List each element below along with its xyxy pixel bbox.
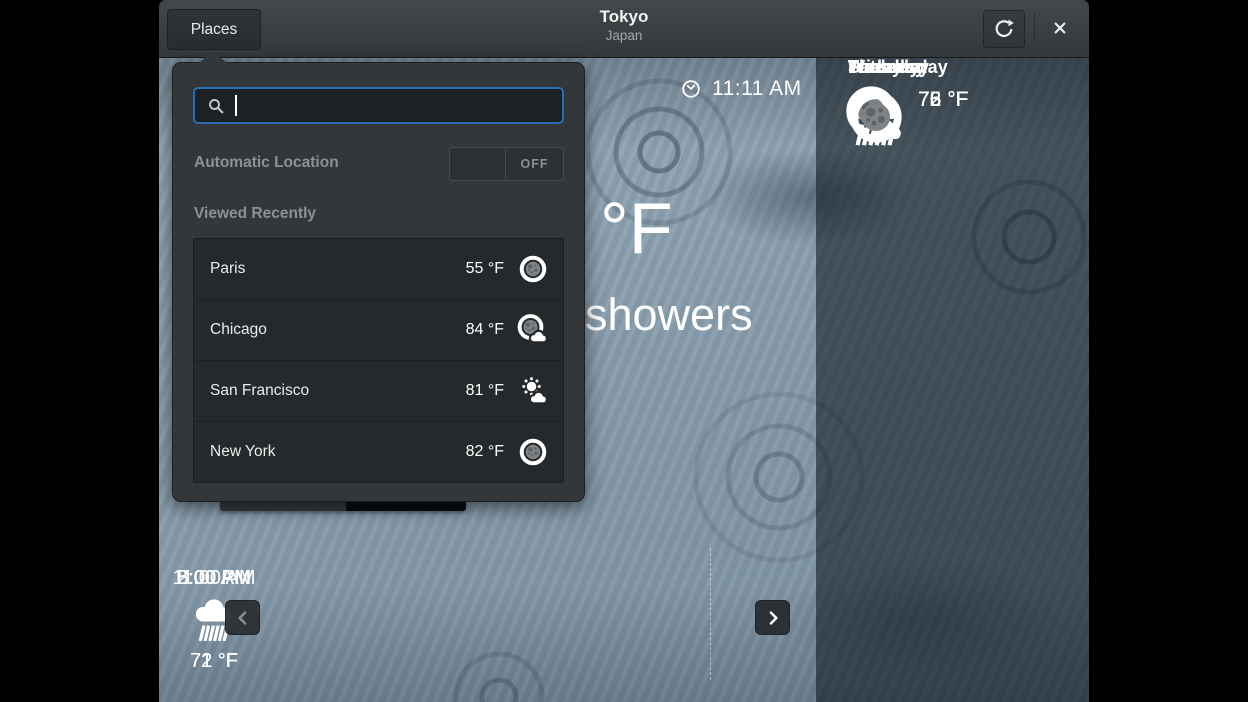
weather-app-window: 11:11 AM °F showers Tuesday 72 °F Wednes… bbox=[159, 0, 1089, 702]
clear-night-icon bbox=[517, 253, 549, 285]
list-item[interactable]: Chicago 84 °F bbox=[194, 300, 563, 361]
condition-label: showers bbox=[585, 289, 753, 341]
daily-forecast-row: Saturday 76 °F bbox=[845, 57, 1089, 177]
city-temp: 84 °F bbox=[466, 321, 504, 339]
popover-arrow bbox=[199, 51, 227, 63]
automatic-location-toggle[interactable]: OFF bbox=[449, 147, 564, 181]
city-name: Chicago bbox=[210, 321, 466, 339]
toggle-state-label: OFF bbox=[506, 148, 563, 180]
hourly-prev-button[interactable] bbox=[225, 600, 260, 635]
chevron-left-icon bbox=[233, 608, 253, 628]
refresh-button[interactable] bbox=[983, 10, 1025, 48]
few-clouds-night-icon bbox=[517, 314, 549, 346]
text-caret bbox=[235, 95, 237, 116]
day-temp: 76 °F bbox=[918, 88, 968, 112]
automatic-location-row: Automatic Location OFF bbox=[194, 147, 564, 181]
close-button[interactable] bbox=[1043, 11, 1077, 45]
city-name: Paris bbox=[210, 260, 466, 278]
refresh-icon bbox=[993, 18, 1015, 40]
city-temp: 55 °F bbox=[466, 260, 504, 278]
page-subtitle: Japan bbox=[159, 27, 1089, 44]
city-name: New York bbox=[210, 443, 466, 461]
list-item[interactable]: Paris 55 °F bbox=[194, 239, 563, 300]
hour-label: 2:00 PM bbox=[159, 567, 269, 590]
recent-cities-list: Paris 55 °F Chicago 84 °F San Francisco … bbox=[193, 238, 564, 483]
places-button[interactable]: Places bbox=[167, 9, 261, 50]
current-time-label: 11:11 AM bbox=[712, 77, 802, 101]
current-time: 11:11 AM bbox=[680, 77, 802, 101]
city-temp: 81 °F bbox=[466, 382, 504, 400]
clear-night-icon bbox=[517, 436, 549, 468]
header-separator bbox=[1034, 13, 1035, 43]
search-icon bbox=[206, 96, 226, 116]
close-icon bbox=[1050, 18, 1070, 38]
clear-night-icon bbox=[845, 86, 907, 148]
list-item[interactable]: New York 82 °F bbox=[194, 422, 563, 482]
automatic-location-label: Automatic Location bbox=[194, 154, 339, 172]
clock-icon bbox=[680, 78, 702, 100]
few-clouds-day-icon bbox=[517, 375, 549, 407]
places-popover: Automatic Location OFF Viewed Recently P… bbox=[172, 62, 585, 502]
page-title: Tokyo bbox=[159, 7, 1089, 27]
search-input[interactable] bbox=[193, 87, 564, 124]
hourly-section-divider bbox=[710, 548, 711, 680]
temperature-unit-label: °F bbox=[600, 193, 673, 265]
places-button-label: Places bbox=[191, 21, 238, 39]
hourly-next-button[interactable] bbox=[755, 600, 790, 635]
list-item[interactable]: San Francisco 81 °F bbox=[194, 361, 563, 422]
chevron-right-icon bbox=[763, 608, 783, 628]
day-label: Saturday bbox=[848, 57, 1089, 78]
viewed-recently-label: Viewed Recently bbox=[194, 205, 316, 223]
city-name: San Francisco bbox=[210, 382, 466, 400]
headerbar: Places Tokyo Japan bbox=[159, 0, 1089, 58]
city-temp: 82 °F bbox=[466, 443, 504, 461]
toggle-knob bbox=[450, 148, 506, 180]
window-title-box: Tokyo Japan bbox=[159, 7, 1089, 44]
hour-temp: 72 °F bbox=[159, 650, 269, 673]
